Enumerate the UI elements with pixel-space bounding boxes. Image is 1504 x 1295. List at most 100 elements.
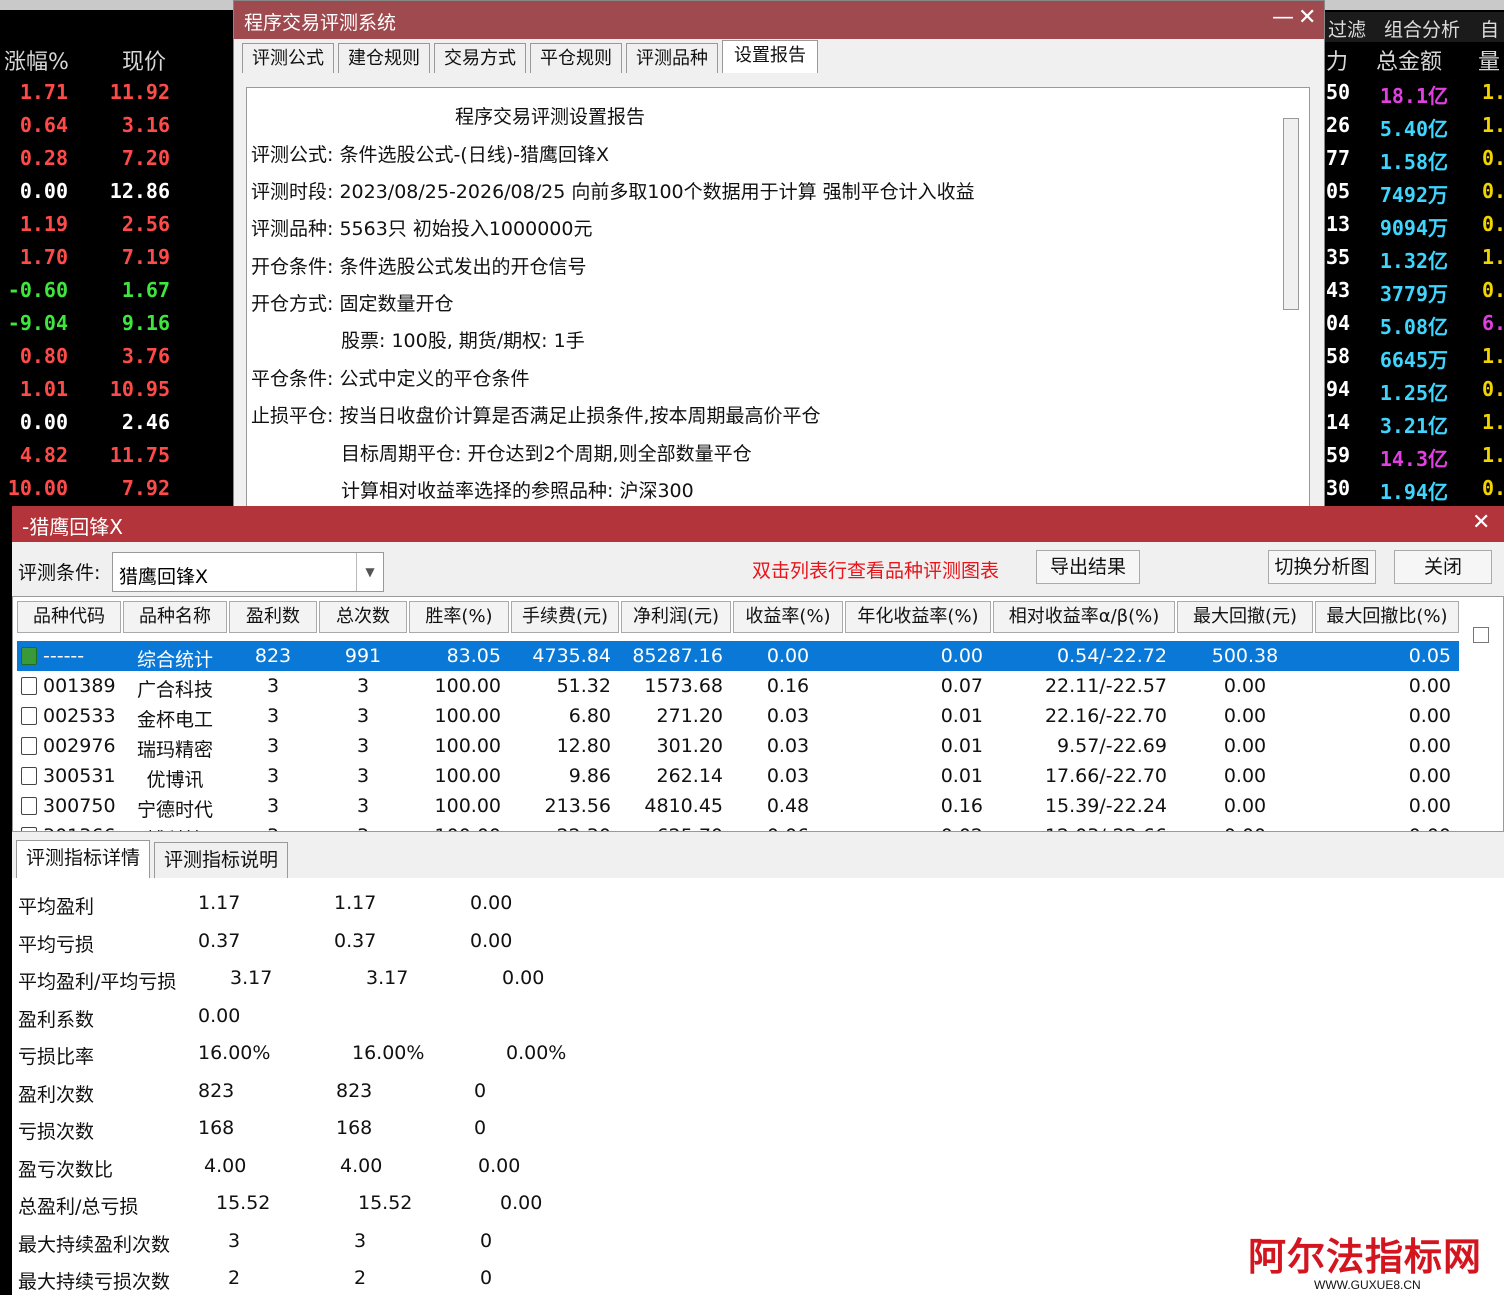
row-change[interactable]: 0.28 (0, 146, 68, 170)
row-price[interactable]: 12.86 (100, 179, 170, 203)
row-price[interactable]: 7.20 (100, 146, 170, 170)
row-amount[interactable]: 6645万 (1370, 344, 1448, 373)
row-force[interactable]: 43 (1326, 278, 1350, 302)
column-header[interactable]: 盈利数 (229, 601, 317, 633)
column-header[interactable]: 手续费(元) (511, 601, 619, 633)
row-volume[interactable]: 0. (1482, 377, 1504, 401)
tab-portfolio-analysis[interactable]: 组合分析 (1384, 15, 1460, 42)
row-price[interactable]: 2.56 (100, 212, 170, 236)
tab-close-rules[interactable]: 平仓规则 (530, 43, 622, 73)
row-amount[interactable]: 1.32亿 (1370, 245, 1448, 274)
row-volume[interactable]: 0. (1482, 179, 1504, 203)
row-amount[interactable]: 1.25亿 (1370, 377, 1448, 406)
tab-trade-mode[interactable]: 交易方式 (434, 43, 526, 73)
row-price[interactable]: 9.16 (100, 311, 170, 335)
table-row[interactable]: 002533 金杯电工 3 3 100.00 6.80 271.20 0.03 0.01 22.1… (17, 701, 1459, 731)
row-amount[interactable]: 3779万 (1370, 278, 1448, 307)
row-force[interactable]: 50 (1326, 80, 1350, 104)
tab-eval-symbols[interactable]: 评测品种 (626, 43, 718, 73)
row-amount[interactable]: 1.58亿 (1370, 146, 1448, 175)
report-scrollbar[interactable] (1283, 118, 1299, 310)
row-force[interactable]: 58 (1326, 344, 1350, 368)
tab-metric-explain[interactable]: 评测指标说明 (154, 842, 288, 878)
summary-row[interactable]: ------ 综合统计 823 991 83.05 4735.84 85287.16 0.00… (17, 641, 1459, 671)
tab-settings-report[interactable]: 设置报告 (722, 40, 818, 73)
header-volume[interactable]: 量 (1478, 44, 1500, 76)
column-header[interactable]: 最大回撤比(%) (1315, 601, 1459, 633)
results-titlebar[interactable]: -猎鹰回锋X ✕ (12, 506, 1504, 542)
row-volume[interactable]: 1. (1482, 113, 1504, 137)
row-price[interactable]: 3.16 (100, 113, 170, 137)
row-force[interactable]: 04 (1326, 311, 1350, 335)
tab-open-rules[interactable]: 建仓规则 (338, 43, 430, 73)
table-row[interactable]: 300750 宁德时代 3 3 100.00 213.56 4810.45 0.48 0.16 1… (17, 791, 1459, 821)
header-force[interactable]: 力 (1326, 44, 1348, 76)
row-change[interactable]: 0.00 (0, 410, 68, 434)
row-price[interactable]: 7.19 (100, 245, 170, 269)
column-header[interactable]: 品种名称 (123, 601, 227, 633)
row-change[interactable]: -0.60 (0, 278, 68, 302)
row-change[interactable]: 0.64 (0, 113, 68, 137)
row-amount[interactable]: 5.08亿 (1370, 311, 1448, 340)
row-amount[interactable]: 9094万 (1370, 212, 1448, 241)
row-force[interactable]: 94 (1326, 377, 1350, 401)
row-volume[interactable]: 1. (1482, 443, 1504, 467)
row-amount[interactable]: 1.94亿 (1370, 476, 1448, 505)
row-volume[interactable]: 0. (1482, 476, 1504, 500)
row-force[interactable]: 30 (1326, 476, 1350, 500)
row-force[interactable]: 59 (1326, 443, 1350, 467)
header-price[interactable]: 现价 (122, 44, 166, 76)
row-amount[interactable]: 7492万 (1370, 179, 1448, 208)
row-change[interactable]: 10.00 (0, 476, 68, 500)
row-volume[interactable]: 0. (1482, 212, 1504, 236)
row-change[interactable]: 0.80 (0, 344, 68, 368)
row-price[interactable]: 10.95 (100, 377, 170, 401)
tab-metric-details[interactable]: 评测指标详情 (16, 840, 150, 878)
row-price[interactable]: 1.67 (100, 278, 170, 302)
close-icon[interactable]: ✕ (1472, 510, 1490, 535)
row-amount[interactable]: 3.21亿 (1370, 410, 1448, 439)
column-header[interactable]: 年化收益率(%) (845, 601, 991, 633)
table-row[interactable]: 002976 瑞玛精密 3 3 100.00 12.80 301.20 0.03 0.01 9.5… (17, 731, 1459, 761)
close-button[interactable]: 关闭 (1394, 550, 1492, 584)
column-header[interactable]: 收益率(%) (733, 601, 843, 633)
row-volume[interactable]: 6. (1482, 311, 1504, 335)
column-header[interactable]: 胜率(%) (409, 601, 509, 633)
column-header[interactable]: 相对收益率α/β(%) (993, 601, 1175, 633)
row-volume[interactable]: 1. (1482, 344, 1504, 368)
tab-eval-formula[interactable]: 评测公式 (242, 43, 334, 73)
column-header[interactable]: 最大回撤(元) (1177, 601, 1313, 633)
export-button[interactable]: 导出结果 (1036, 550, 1140, 584)
row-change[interactable]: 0.00 (0, 179, 68, 203)
close-icon[interactable]: ✕ (1298, 5, 1316, 30)
tab-filter[interactable]: 过滤 (1328, 15, 1366, 42)
row-volume[interactable]: 0. (1482, 278, 1504, 302)
row-volume[interactable]: 1. (1482, 245, 1504, 269)
row-volume[interactable]: 1. (1482, 80, 1504, 104)
row-change[interactable]: 1.71 (0, 80, 68, 104)
table-row[interactable]: 300531 优博讯 3 3 100.00 9.86 262.14 0.03 0.01 17.66… (17, 761, 1459, 791)
row-force[interactable]: 13 (1326, 212, 1350, 236)
row-volume[interactable]: 1. (1482, 410, 1504, 434)
condition-select[interactable]: 猎鹰回锋X ▼ (112, 552, 384, 592)
row-price[interactable]: 7.92 (100, 476, 170, 500)
row-price[interactable]: 2.46 (100, 410, 170, 434)
row-price[interactable]: 11.92 (100, 80, 170, 104)
chevron-down-icon[interactable]: ▼ (356, 553, 383, 591)
row-change[interactable]: 1.70 (0, 245, 68, 269)
row-amount[interactable]: 14.3亿 (1370, 443, 1448, 472)
column-header[interactable]: 净利润(元) (621, 601, 731, 633)
column-header[interactable]: 总次数 (319, 601, 407, 633)
row-force[interactable]: 35 (1326, 245, 1350, 269)
row-price[interactable]: 3.76 (100, 344, 170, 368)
switch-chart-button[interactable]: 切换分析图 (1268, 550, 1376, 584)
column-header[interactable]: 品种代码 (17, 601, 121, 633)
row-amount[interactable]: 18.1亿 (1370, 80, 1448, 109)
row-force[interactable]: 05 (1326, 179, 1350, 203)
row-change[interactable]: -9.04 (0, 311, 68, 335)
row-price[interactable]: 11.75 (100, 443, 170, 467)
row-change[interactable]: 1.01 (0, 377, 68, 401)
row-amount[interactable]: 5.40亿 (1370, 113, 1448, 142)
row-force[interactable]: 14 (1326, 410, 1350, 434)
row-change[interactable]: 1.19 (0, 212, 68, 236)
